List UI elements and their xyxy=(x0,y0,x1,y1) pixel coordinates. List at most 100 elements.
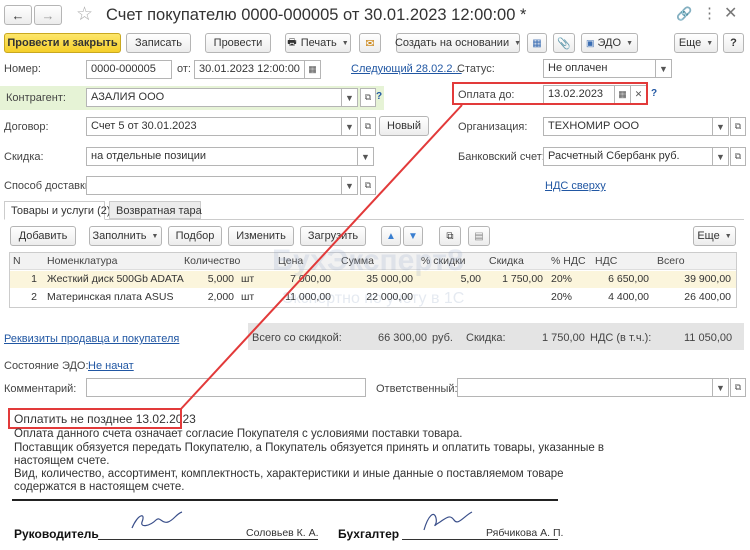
edo-button[interactable]: ▣ ЭДО ▼ xyxy=(581,33,638,53)
table-settings-button[interactable]: ▤ xyxy=(468,226,490,246)
date-from-label: от: xyxy=(177,63,191,75)
tab-returnable[interactable]: Возвратная тара xyxy=(109,201,202,219)
row-vat: 4 400,00 xyxy=(608,291,649,303)
back-button[interactable]: ← xyxy=(4,5,32,25)
row-n: 1 xyxy=(31,273,37,285)
copy-row-button[interactable]: ⧉ xyxy=(439,226,461,246)
chevron-down-icon: ▼ xyxy=(716,151,725,162)
attach-button[interactable]: 📎 xyxy=(553,33,575,53)
accountant-name: Рябчикова А. П. xyxy=(486,527,564,539)
link-icon[interactable]: 🔗 xyxy=(676,6,692,22)
org-dropdown[interactable]: ▼ xyxy=(713,117,729,136)
responsible-dropdown[interactable]: ▼ xyxy=(713,378,729,397)
favorite-star-icon[interactable]: ☆ xyxy=(76,3,93,26)
new-contract-button[interactable]: Новый xyxy=(379,116,429,136)
save-button[interactable]: Записать xyxy=(126,33,191,53)
row-qty[interactable]: 2,000 xyxy=(181,290,237,306)
pay-until-highlight xyxy=(452,82,648,105)
delivery-open[interactable]: ⧉ xyxy=(360,176,376,195)
number-field[interactable]: 0000-000005 xyxy=(86,60,172,79)
help-button[interactable]: ? xyxy=(723,33,744,53)
menu-dots-icon[interactable]: ⋮ xyxy=(702,4,717,22)
row-unit: шт xyxy=(241,291,255,303)
col-n[interactable]: N xyxy=(10,253,44,270)
counterparty-help[interactable]: ? xyxy=(376,91,382,102)
load-button[interactable]: Загрузить xyxy=(300,226,366,246)
col-vat-pct[interactable]: % НДС xyxy=(548,253,592,270)
contract-dropdown[interactable]: ▼ xyxy=(342,117,358,136)
discount-dropdown[interactable]: ▼ xyxy=(358,147,374,166)
paperclip-icon: 📎 xyxy=(557,37,571,50)
open-icon: ⧉ xyxy=(364,92,372,102)
delivery-field[interactable] xyxy=(86,176,342,195)
responsible-label: Ответственный: xyxy=(376,383,458,395)
open-icon: ⧉ xyxy=(734,382,742,392)
discount-field[interactable]: на отдельные позиции xyxy=(86,147,358,166)
edo-icon: ▣ xyxy=(586,37,595,48)
move-down-button[interactable]: ▼ xyxy=(403,226,423,246)
fill-button[interactable]: Заполнить ▼ xyxy=(89,226,162,246)
pick-button[interactable]: Подбор xyxy=(168,226,222,246)
bank-field[interactable]: Расчетный Сбербанк руб. xyxy=(543,147,713,166)
email-button[interactable]: ✉ xyxy=(359,33,381,53)
vat-mode-link[interactable]: НДС сверху xyxy=(545,180,606,192)
counterparty-open[interactable]: ⧉ xyxy=(360,88,376,107)
comment-label: Комментарий: xyxy=(4,383,77,395)
responsible-open[interactable]: ⧉ xyxy=(730,378,746,397)
terms-line-1: Оплата данного счета означает согласие П… xyxy=(14,428,463,440)
move-up-button[interactable]: ▲ xyxy=(381,226,401,246)
next-document-link[interactable]: Следующий 28.02.2... xyxy=(351,63,462,75)
close-icon[interactable]: ✕ xyxy=(724,3,737,23)
chevron-down-icon: ▼ xyxy=(659,63,668,74)
org-open[interactable]: ⧉ xyxy=(730,117,746,136)
tabs-baseline xyxy=(4,219,744,220)
watermark-title: БухЭксперт8 xyxy=(272,244,464,277)
org-field[interactable]: ТЕХНОМИР ООО xyxy=(543,117,713,136)
accountant-signature-line xyxy=(402,539,558,540)
contract-open[interactable]: ⧉ xyxy=(360,117,376,136)
change-button[interactable]: Изменить xyxy=(228,226,294,246)
create-based-button[interactable]: Создать на основании ▼ xyxy=(395,33,521,53)
chevron-down-icon: ▼ xyxy=(716,121,725,132)
col-vat[interactable]: НДС xyxy=(592,253,654,270)
bank-dropdown[interactable]: ▼ xyxy=(713,147,729,166)
row-vat-pct[interactable]: 20% xyxy=(548,290,592,306)
terms-line-3: настоящем счете. xyxy=(14,455,110,467)
requisites-link[interactable]: Реквизиты продавца и покупателя xyxy=(4,333,179,345)
more-button[interactable]: Еще ▼ xyxy=(674,33,718,53)
contract-field[interactable]: Счет 5 от 30.01.2023 xyxy=(86,117,342,136)
discount-label: Скидка: xyxy=(4,151,44,163)
arrow-up-icon: ▲ xyxy=(386,230,396,242)
tab-goods[interactable]: Товары и услуги (2) xyxy=(4,201,111,220)
status-dropdown[interactable]: ▼ xyxy=(656,59,672,78)
col-disc[interactable]: Скидка xyxy=(486,253,548,270)
row-name[interactable]: Жесткий диск 500Gb ADATA xyxy=(44,272,184,288)
terms-line-2: Поставщик обязуется передать Покупателю,… xyxy=(14,442,605,454)
row-name[interactable]: Материнская плата ASUS xyxy=(44,290,181,306)
col-qty[interactable]: Количество xyxy=(181,253,275,270)
counterparty-field[interactable]: АЗАЛИЯ ООО xyxy=(86,88,342,107)
table-more-button[interactable]: Еще ▼ xyxy=(693,226,736,246)
edo-state-link[interactable]: Не начат xyxy=(88,360,134,372)
comment-field[interactable] xyxy=(86,378,366,397)
post-button[interactable]: Провести xyxy=(205,33,271,53)
col-total[interactable]: Всего xyxy=(654,253,736,270)
responsible-field[interactable] xyxy=(457,378,713,397)
pay-until-help[interactable]: ? xyxy=(651,88,657,99)
calendar-button[interactable]: ▦ xyxy=(305,60,321,79)
structure-button[interactable]: ▦ xyxy=(527,33,547,53)
post-and-close-button[interactable]: Провести и закрыть xyxy=(4,33,121,53)
bank-open[interactable]: ⧉ xyxy=(730,147,746,166)
add-row-button[interactable]: Добавить xyxy=(10,226,76,246)
status-label: Статус: xyxy=(457,63,495,75)
status-field[interactable]: Не оплачен xyxy=(543,59,656,78)
date-field[interactable]: 30.01.2023 12:00:00 xyxy=(194,60,305,79)
counterparty-dropdown[interactable]: ▼ xyxy=(342,88,358,107)
delivery-dropdown[interactable]: ▼ xyxy=(342,176,358,195)
col-name[interactable]: Номенклатура xyxy=(44,253,181,270)
forward-button[interactable]: → xyxy=(34,5,62,25)
total-disc-value: 66 300,00 xyxy=(378,332,427,344)
print-button[interactable]: 🖶 Печать ▼ xyxy=(285,33,351,53)
row-qty[interactable]: 5,000 xyxy=(181,272,237,288)
row-vat-pct[interactable]: 20% xyxy=(548,272,592,288)
